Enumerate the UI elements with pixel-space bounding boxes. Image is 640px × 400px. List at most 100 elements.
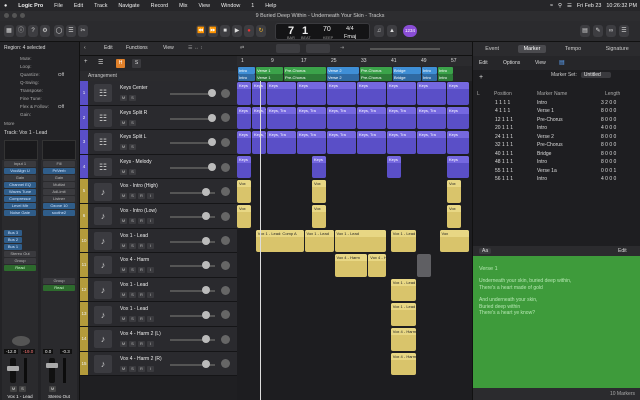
search-icon[interactable]: ⚲ [558,3,562,9]
menu-view[interactable]: View [198,3,210,9]
track-mute-button[interactable]: M [120,218,127,224]
track-name[interactable]: Vox 1 - Lead [120,306,148,312]
arrangement-row2-prechorus[interactable]: Pre-Chorus [284,74,326,81]
more-disclosure[interactable]: More [4,121,14,126]
list-editors-button[interactable]: ▤ [580,25,590,37]
marker-position[interactable]: 1 1 1 1 [495,100,510,106]
arrangement-marker-prechorus[interactable]: Pre-Chorus [284,67,326,74]
microphone-icon[interactable]: ♪ [94,354,112,373]
wifi-icon[interactable]: ≈ [550,3,553,9]
add-track-button[interactable]: + [84,59,88,65]
marker-name[interactable]: Verse 1 [537,108,554,114]
audio-region[interactable]: Vox 1 - Lead: Comp A [255,229,304,253]
midi-region[interactable]: Keys [297,82,326,105]
track-volume-knob[interactable] [208,89,216,98]
marker-row[interactable]: 24 1 1 1 Verse 2 8 0 0 0 [473,133,640,142]
audio-region[interactable]: Vox 4 - Harm 2 (L) [390,328,416,351]
plugin-slot-3[interactable]: Channel EQ [4,182,36,188]
volume-readout[interactable]: -12.0 [4,349,19,354]
arrangement-marker-verse2[interactable]: Verse 2 [327,67,359,74]
marker-row[interactable]: 48 1 1 1 Intro 8 0 0 0 [473,158,640,167]
midi-region[interactable]: Keys [447,131,469,154]
audio-region[interactable] [417,254,431,277]
track-header[interactable]: 3 ☷ Keys Split L MS [80,130,237,155]
minimize-window-button[interactable] [12,13,17,18]
track-solo-button[interactable]: S [129,119,136,126]
track-record-button[interactable]: R [138,291,145,298]
audio-region[interactable]: Vox [439,229,469,253]
track-volume-knob[interactable] [202,261,210,270]
track-header[interactable]: 2 ☷ Keys Split R MS [80,105,237,131]
track-pan-knob[interactable] [221,260,230,270]
track-name[interactable]: Vox - Intro (Low) [120,208,157,214]
menu-logic-pro[interactable]: Logic Pro [18,3,43,9]
audio-region[interactable]: Vox 1 - Lead [334,229,386,253]
microphone-icon[interactable]: ♪ [94,256,112,275]
col-length[interactable]: Length [605,91,620,97]
track-volume-knob[interactable] [202,212,210,221]
record-button[interactable]: ● [244,25,254,37]
audio-region[interactable]: Vox [447,180,461,203]
param-flex-value[interactable]: Off [58,104,64,109]
notes-text[interactable]: Underneath your skin, buried deep within… [479,278,634,317]
quick-help-button[interactable]: ? [28,25,38,37]
track-pan-knob[interactable] [221,334,230,344]
track-input-button[interactable]: I [147,193,154,200]
midi-region[interactable]: Keys [327,82,356,105]
midi-region[interactable]: Keys, Tra [417,106,446,130]
midi-region[interactable]: Keys [237,155,251,179]
notes-edit-button[interactable]: Edit [618,248,627,254]
plugin-out-5[interactable]: Listner [43,196,75,202]
track-name[interactable]: Vox 4 - Harm 2 (L) [120,331,161,337]
arrangement-marker-bridge[interactable]: Bridge [393,67,421,74]
track-solo-button[interactable]: S [129,193,136,200]
midi-region[interactable]: Keys [267,82,296,105]
arrangement-row2-intro-2[interactable]: Intro [422,74,437,81]
track-volume-knob[interactable] [202,310,210,319]
lcd-tempo[interactable]: 70 [323,26,331,33]
marker-name[interactable]: Pre-Chorus [537,142,563,148]
marker-name[interactable]: Intro [537,100,547,106]
plugin-slot-7[interactable]: Noise Gate [4,210,36,216]
microphone-icon[interactable]: ♪ [94,281,112,300]
tracks-functions-menu[interactable]: Functions [126,45,148,51]
marker-row[interactable]: 55 1 1 1 Verse 1a 0 0 0 1 [473,167,640,176]
volume-readout-out[interactable]: 0.0 [43,349,54,354]
audio-region[interactable]: Vox 1 - Lead [390,229,416,253]
eq-thumbnail[interactable] [4,140,38,160]
audio-region[interactable]: Vox 1 - Lead [304,229,334,253]
track-mute-button[interactable]: M [120,341,127,347]
audio-region[interactable]: Vox [447,205,461,228]
track-header[interactable]: 14 ♪ Vox 4 - Harm 2 (L) M S R I [80,327,237,352]
marker-name[interactable]: Verse 2 [537,134,554,140]
marker-row[interactable]: 1 1 1 1 Intro 3 2 0 0 [473,99,640,108]
menu-date[interactable]: Fri Feb 23 [577,3,602,9]
marker-length[interactable]: 8 0 0 0 [601,108,616,114]
track-header[interactable]: 1 ☷ Keys Center M S [80,81,237,106]
marker-position[interactable]: 55 1 1 1 [495,168,513,174]
menu-help[interactable]: Help [265,3,276,9]
marker-name[interactable]: Verse 1a [537,168,557,174]
editors-button[interactable]: ✂ [78,25,88,37]
track-header[interactable]: 11 ♪ Vox 4 - Harm M S R I [80,253,237,278]
pan-knob[interactable] [12,336,30,346]
arrangement-marker-prechorus-2[interactable]: Pre-Chorus [360,67,392,74]
menu-1[interactable]: 1 [251,3,254,9]
menu-edit[interactable]: Edit [74,3,83,9]
marker-position[interactable]: 32 1 1 1 [495,142,513,148]
midi-region[interactable]: Keys [447,82,469,105]
arrangement-row2-prechorus-2[interactable]: Pre-Chorus [360,74,392,81]
tab-marker[interactable]: Marker [517,45,547,53]
marker-view-menu[interactable]: View [535,60,546,66]
track-record-button[interactable]: R [138,316,145,323]
global-tracks-icon[interactable]: ☰ [98,59,103,66]
plugin-out-4[interactable]: AdLimit [43,189,75,195]
flex-icon[interactable]: ☰ ↔ ↕ [188,45,203,51]
lcd-signature[interactable]: 4/4 [346,26,354,32]
rewind-button[interactable]: ⏪ [196,25,206,37]
track-input-button[interactable]: I [147,341,154,347]
stop-button[interactable]: ■ [220,25,230,37]
marker-name[interactable]: Bridge [537,151,551,157]
track-name[interactable]: Vox 4 - Harm [120,257,149,263]
menu-track[interactable]: Track [94,3,107,9]
